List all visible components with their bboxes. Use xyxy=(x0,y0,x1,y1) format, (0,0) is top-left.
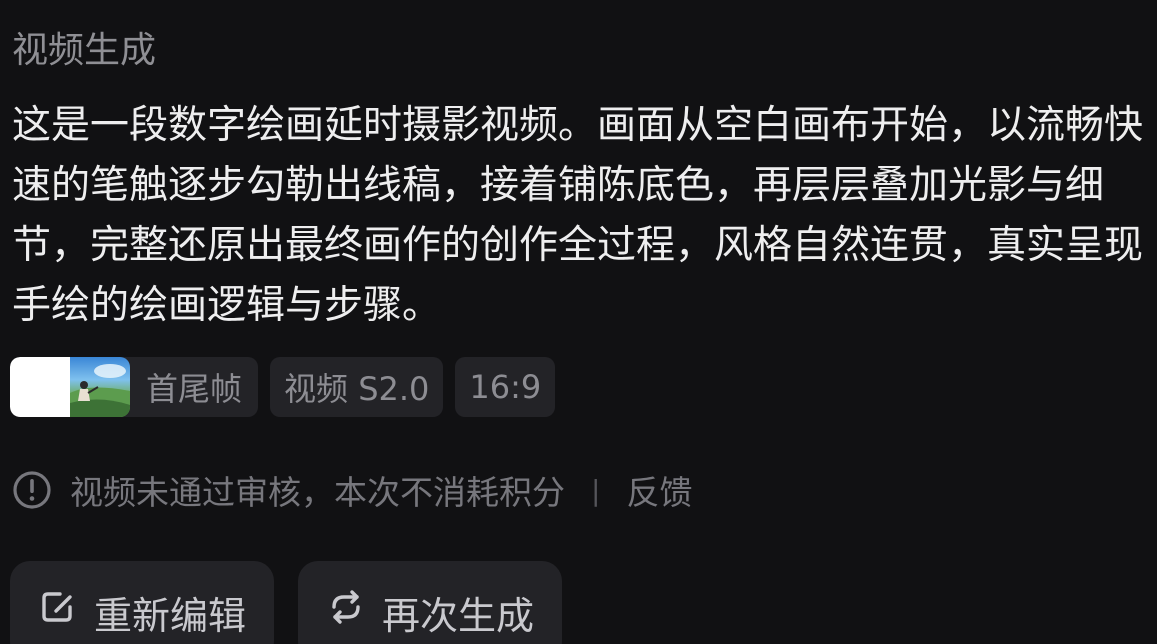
first-frame-thumbnail[interactable] xyxy=(10,357,70,417)
aspect-ratio-chip[interactable]: 16:9 xyxy=(455,357,556,417)
frames-chip[interactable]: 首尾帧 xyxy=(10,357,259,417)
exclamation-circle-icon xyxy=(12,470,52,510)
video-generation-card: 视频生成 这是一段数字绘画延时摄影视频。画面从空白画布开始，以流畅快速的笔触逐步… xyxy=(0,0,1157,644)
regenerate-button[interactable]: 再次生成 xyxy=(298,561,562,644)
prompt-text: 这是一段数字绘画延时摄影视频。画面从空白画布开始，以流畅快速的笔触逐步勾勒出线稿… xyxy=(12,103,1144,328)
re-edit-button[interactable]: 重新编辑 xyxy=(10,561,274,644)
edit-icon xyxy=(36,585,80,629)
frames-label: 首尾帧 xyxy=(146,370,243,408)
notice-text: 视频未通过审核，本次不消耗积分 xyxy=(70,473,565,512)
section-title: 视频生成 xyxy=(12,30,157,71)
re-edit-label: 重新编辑 xyxy=(94,594,247,638)
refresh-icon xyxy=(324,585,368,629)
notice-separator: | xyxy=(591,473,601,507)
last-frame-thumbnail[interactable] xyxy=(70,357,130,417)
generation-params: 首尾帧 视频 S2.0 16:9 xyxy=(10,357,556,417)
action-buttons: 重新编辑 再次生成 xyxy=(10,561,562,644)
moderation-notice: 视频未通过审核，本次不消耗积分 | 反馈 xyxy=(12,467,692,513)
model-chip[interactable]: 视频 S2.0 xyxy=(270,357,444,417)
regenerate-label: 再次生成 xyxy=(382,594,535,638)
feedback-link[interactable]: 反馈 xyxy=(626,466,692,514)
